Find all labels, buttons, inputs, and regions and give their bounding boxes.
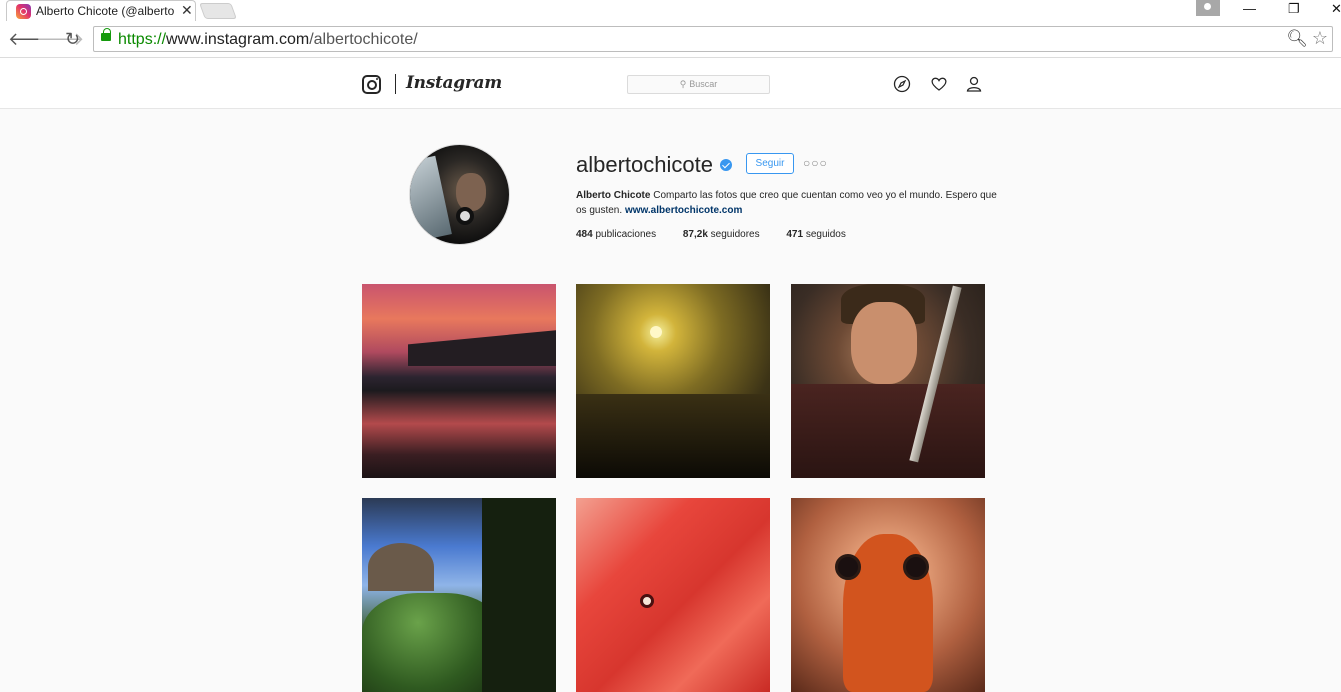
instagram-wordmark[interactable]: Instagram bbox=[406, 73, 502, 93]
search-icon: ⚲ bbox=[679, 79, 687, 89]
follow-button[interactable]: Seguir bbox=[746, 153, 794, 174]
post-thumbnail-shrimp[interactable] bbox=[791, 498, 985, 692]
url-scheme: https:// bbox=[118, 31, 167, 48]
instagram-favicon-icon bbox=[16, 4, 31, 19]
post-thumbnail-hobbit-poster[interactable] bbox=[791, 284, 985, 478]
url-text[interactable]: https://www.instagram.com/albertochicote… bbox=[118, 31, 418, 49]
post-thumbnail-lighthouse-sunset[interactable] bbox=[576, 284, 770, 478]
verified-badge-icon bbox=[720, 159, 732, 171]
minimize-icon[interactable]: — bbox=[1243, 1, 1256, 16]
instagram-header: Instagram ⚲ Buscar bbox=[0, 58, 1341, 109]
tab-close-icon[interactable]: ✕ bbox=[181, 2, 193, 19]
lock-icon bbox=[101, 28, 111, 41]
followers-number: 87,2k bbox=[682, 229, 708, 240]
following-number: 471 bbox=[786, 229, 804, 240]
post-thumbnail-sunset-harbor[interactable] bbox=[362, 284, 556, 478]
search-input[interactable]: ⚲ Buscar bbox=[627, 75, 770, 94]
restore-icon[interactable]: ❐ bbox=[1288, 1, 1300, 17]
heart-icon[interactable] bbox=[930, 75, 948, 93]
post-thumbnail-red-fish[interactable] bbox=[576, 498, 770, 692]
url-host: www.instagram.com bbox=[166, 31, 310, 48]
browser-tabstrip: Alberto Chicote (@alberto ✕ — ❐ ✕ bbox=[0, 0, 1341, 21]
followers-count[interactable]: 87,2k seguidores bbox=[683, 229, 760, 240]
zoom-icon[interactable]: 🔍︎ bbox=[1286, 29, 1308, 49]
profile-full-name: Alberto Chicote bbox=[576, 190, 651, 201]
profile-icon[interactable] bbox=[965, 75, 983, 93]
search-placeholder: Buscar bbox=[689, 79, 718, 89]
posts-number: 484 bbox=[576, 229, 593, 240]
following-label: seguidos bbox=[805, 229, 846, 240]
posts-count: 484 publicaciones bbox=[576, 229, 656, 240]
new-tab-button[interactable] bbox=[199, 3, 237, 19]
more-options-icon[interactable]: ○○○ bbox=[803, 156, 828, 170]
reload-icon[interactable]: ↻ bbox=[65, 29, 80, 49]
following-count[interactable]: 471 seguidos bbox=[786, 229, 846, 240]
post-thumbnail-church-dome[interactable] bbox=[362, 498, 556, 692]
instagram-camera-logo-icon[interactable] bbox=[362, 75, 381, 94]
tab-title: Alberto Chicote (@alberto bbox=[36, 4, 174, 18]
profile-website-link[interactable]: www.albertochicote.com bbox=[625, 205, 742, 216]
header-divider bbox=[395, 74, 396, 94]
url-path: /albertochicote/ bbox=[309, 31, 418, 48]
address-bar[interactable]: https://www.instagram.com/albertochicote… bbox=[93, 26, 1333, 52]
profile-bio: Alberto Chicote Comparto las fotos que c… bbox=[576, 188, 1006, 218]
close-window-icon[interactable]: ✕ bbox=[1331, 1, 1341, 17]
posts-label: publicaciones bbox=[595, 229, 657, 240]
browser-tab[interactable]: Alberto Chicote (@alberto ✕ bbox=[6, 0, 196, 21]
followers-label: seguidores bbox=[710, 229, 760, 240]
explore-compass-icon[interactable] bbox=[893, 75, 911, 93]
profile-user-icon[interactable] bbox=[1196, 0, 1220, 16]
avatar bbox=[409, 144, 510, 245]
profile-username: albertochicote bbox=[576, 152, 713, 177]
browser-toolbar: 🡐 🡒 ↻ https://www.instagram.com/albertoc… bbox=[0, 21, 1341, 58]
bookmark-star-icon[interactable]: ☆ bbox=[1312, 28, 1328, 49]
profile-stats: 484 publicaciones 87,2k seguidores 471 s… bbox=[576, 229, 870, 240]
